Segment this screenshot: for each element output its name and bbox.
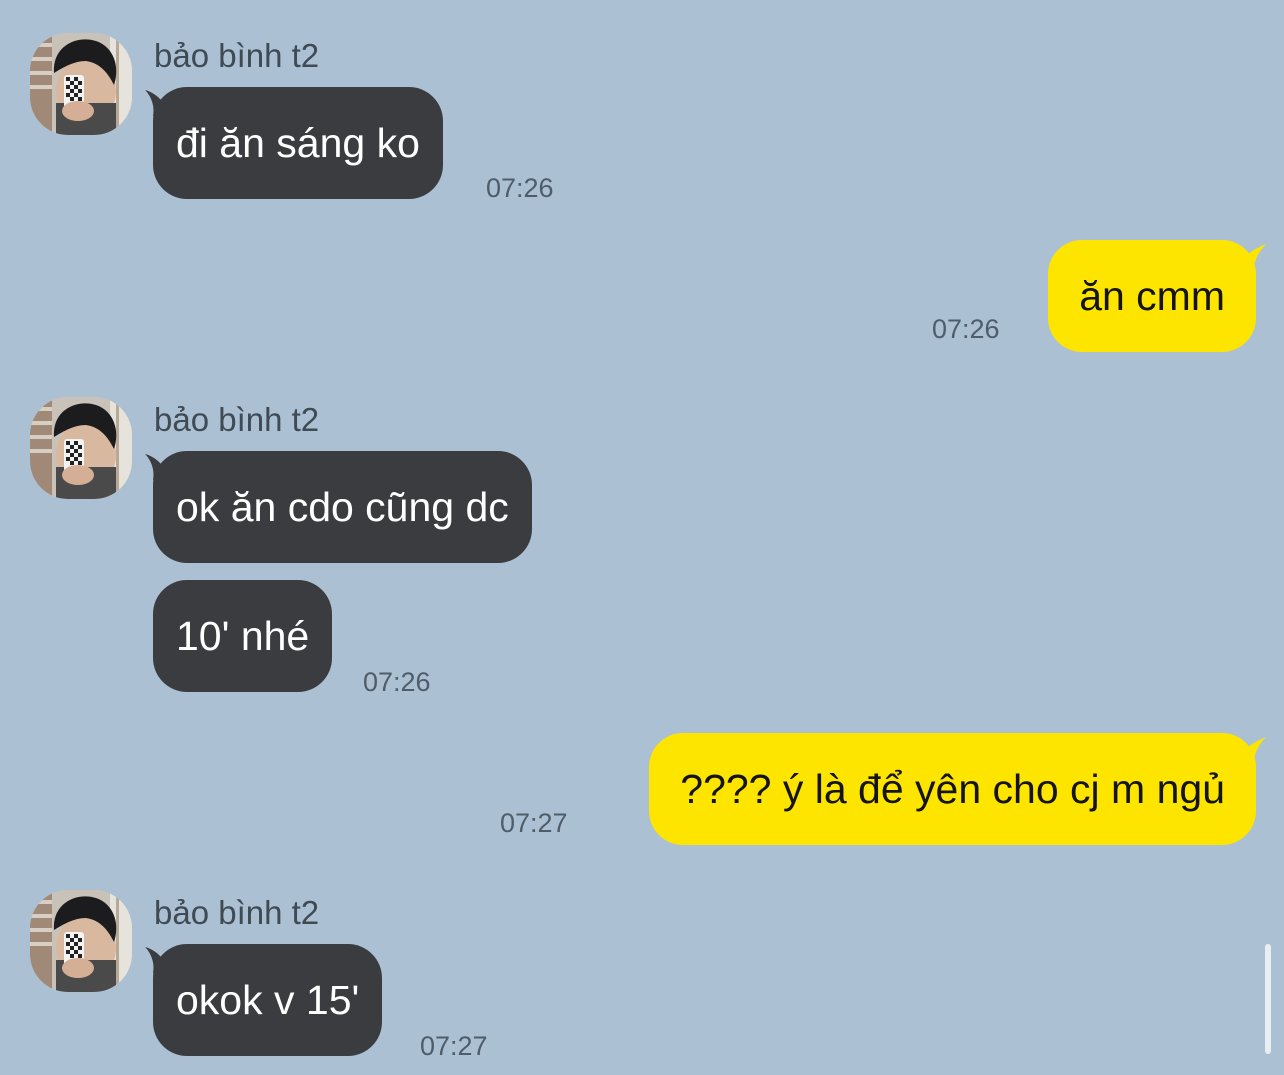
- message-time: 07:26: [932, 314, 1000, 344]
- scrollbar[interactable]: [1265, 944, 1271, 1054]
- profile-photo-icon: [30, 33, 132, 135]
- profile-photo-icon: [30, 890, 132, 992]
- chat-thread[interactable]: bảo bình t2 đi ăn sáng ko 07:26 ăn cmm 0…: [0, 0, 1284, 1075]
- message-time: 07:27: [500, 808, 568, 838]
- message-bubble-incoming[interactable]: okok v 15': [153, 944, 383, 1056]
- message-bubble-outgoing[interactable]: ăn cmm: [1048, 240, 1256, 352]
- sender-name: bảo bình t2: [154, 401, 320, 438]
- sender-name: bảo bình t2: [154, 894, 320, 931]
- sender-name: bảo bình t2: [154, 37, 320, 74]
- avatar[interactable]: [30, 33, 132, 135]
- avatar[interactable]: [30, 397, 132, 499]
- message-bubble-outgoing[interactable]: ???? ý là để yên cho cj m ngủ: [649, 733, 1256, 845]
- message-time: 07:26: [363, 667, 431, 697]
- message-bubble-incoming[interactable]: đi ăn sáng ko: [153, 87, 443, 199]
- profile-photo-icon: [30, 397, 132, 499]
- message-time: 07:27: [420, 1031, 488, 1061]
- message-bubble-incoming[interactable]: 10' nhé: [153, 580, 333, 692]
- message-time: 07:26: [486, 173, 554, 203]
- avatar[interactable]: [30, 890, 132, 992]
- message-bubble-incoming[interactable]: ok ăn cdo cũng dc: [153, 451, 532, 563]
